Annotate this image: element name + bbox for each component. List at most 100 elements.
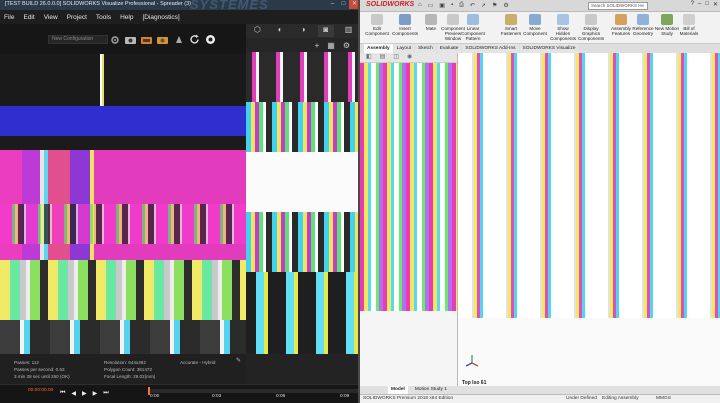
minimize-icon[interactable]: –: [698, 1, 701, 8]
home-icon[interactable]: ⌂: [418, 2, 422, 9]
save-icon[interactable]: ▪: [451, 2, 453, 9]
step-forward-icon[interactable]: ▶: [93, 390, 98, 397]
config-tab-icon[interactable]: ◫: [393, 53, 399, 62]
ribbon-label: Linear Component Pattern: [461, 26, 485, 41]
model-view[interactable]: [458, 53, 720, 318]
unit-system[interactable]: MMGS: [656, 396, 671, 401]
minimize-icon[interactable]: –: [327, 0, 338, 9]
tab-layout[interactable]: Layout: [393, 44, 415, 53]
grid-view-icon[interactable]: ▦: [327, 41, 335, 50]
render-viewport[interactable]: [0, 54, 246, 354]
step-back-icon[interactable]: ◀: [71, 390, 76, 397]
display-tab-icon[interactable]: ◉: [407, 53, 412, 62]
tab-addins[interactable]: SOLIDWORKS Add-Ins: [462, 44, 519, 53]
graphics-area[interactable]: Top Iso 61: [458, 53, 720, 386]
skip-start-icon[interactable]: ⏮: [60, 390, 65, 397]
palette-content[interactable]: [246, 52, 360, 354]
tab-motion-study[interactable]: Motion Study 1: [412, 386, 450, 394]
help-search-input[interactable]: Search SOLIDWORKS He: [588, 2, 648, 10]
ribbon-label: Display Graphics Components: [578, 26, 605, 41]
tab-sketch[interactable]: Sketch: [415, 44, 436, 53]
ribbon-label: Insert Components: [392, 26, 419, 36]
close-icon[interactable]: ✕: [713, 1, 718, 8]
ribbon-button-display-graphics[interactable]: Display Graphics Components: [578, 14, 604, 41]
ribbon-button-reference-geometry[interactable]: Reference Geometry: [630, 14, 656, 36]
property-tab-icon[interactable]: ▤: [380, 53, 386, 62]
insert-components-icon: [399, 14, 411, 25]
gear-icon[interactable]: [108, 33, 121, 46]
ribbon-label: Show Hidden Components: [550, 26, 577, 41]
menu-project[interactable]: Project: [67, 14, 87, 21]
scenes-tab-icon[interactable]: ◑: [295, 25, 311, 37]
reference-geometry-icon: [637, 14, 649, 25]
tab-evaluate[interactable]: Evaluate: [436, 44, 462, 53]
libraries-tab-icon[interactable]: ▥: [341, 25, 357, 37]
print-icon[interactable]: ⎙: [459, 2, 464, 9]
ribbon-button-show-hidden[interactable]: Show Hidden Components: [550, 14, 576, 41]
menu-diagnostics[interactable]: [Diagnostics]: [142, 14, 179, 21]
menu-help[interactable]: Help: [120, 14, 133, 21]
add-icon[interactable]: +: [315, 41, 320, 50]
palette-tabs: ⬡ ◐ ◑ ◙ ▥: [246, 24, 360, 38]
maximize-icon[interactable]: □: [705, 1, 709, 8]
feature-manager[interactable]: ◧ ▤ ◫ ◉: [360, 53, 458, 386]
ribbon-label: Edit Component: [365, 26, 389, 36]
help-icon[interactable]: ?: [691, 1, 694, 8]
refresh-icon[interactable]: [188, 33, 201, 46]
lighting-icon[interactable]: [172, 33, 185, 46]
ribbon-label: Bill of Materials: [679, 26, 699, 36]
models-tab-icon[interactable]: ⬡: [249, 25, 265, 37]
appearances-tab-icon[interactable]: ◐: [272, 25, 288, 37]
viewport-band: [0, 320, 246, 354]
ribbon-button-edit-component[interactable]: Edit Component: [364, 14, 390, 36]
command-manager: Edit Component Insert Components Mate Compo…: [360, 12, 720, 44]
motion-study-icon: [661, 14, 673, 25]
cameras-tab-icon[interactable]: ◙: [317, 25, 334, 37]
resolution-text: Resolution: 644x362: [104, 360, 146, 365]
options-icon[interactable]: ⚙: [503, 2, 508, 9]
assembly-features-icon: [615, 14, 627, 25]
visualize-menubar: File Edit View Project Tools Help [Diagn…: [0, 10, 360, 24]
maximize-icon[interactable]: □: [338, 0, 349, 9]
time-remaining-text: 3 min 38 sec until 250 (OK): [14, 374, 70, 379]
menu-view[interactable]: View: [44, 14, 58, 21]
visualize-titlebar: [TEST BUILD 26.0.0.0] SOLIDWORKS Visuali…: [0, 0, 360, 12]
component-preview-icon: [447, 14, 459, 25]
render-camera-icon[interactable]: [124, 33, 137, 46]
open-folder-icon[interactable]: ▣: [439, 2, 445, 9]
select-icon[interactable]: ➚: [481, 2, 486, 9]
preview-render-icon[interactable]: [156, 33, 169, 46]
fast-render-icon[interactable]: [140, 33, 153, 46]
ribbon-button-bill-of-materials[interactable]: Bill of Materials: [676, 14, 702, 36]
ribbon-button-smart-fasteners[interactable]: Smart Fasteners: [498, 14, 524, 36]
menu-tools[interactable]: Tools: [96, 14, 111, 21]
ribbon-button-move-component[interactable]: Move Component: [522, 14, 548, 36]
skip-end-icon[interactable]: ⏭: [103, 390, 108, 397]
camera-shutter-icon[interactable]: [204, 33, 217, 46]
viewport-band: [0, 136, 246, 150]
new-file-icon[interactable]: ▭: [428, 2, 434, 9]
undo-icon[interactable]: ↶: [470, 2, 475, 9]
pin-icon[interactable]: ✎: [236, 357, 241, 364]
move-component-icon: [529, 14, 541, 25]
smart-fasteners-icon: [505, 14, 517, 25]
timeline-track[interactable]: [148, 389, 358, 393]
definition-state: Under Defined: [566, 396, 597, 401]
tab-assembly[interactable]: Assembly: [364, 44, 393, 53]
menu-edit[interactable]: Edit: [23, 14, 34, 21]
focal-length-text: Focal Length: 29.02(mm): [104, 374, 156, 379]
rebuild-icon[interactable]: ⚑: [492, 2, 497, 9]
feature-tree-tab-icon[interactable]: ◧: [366, 53, 372, 62]
ribbon-button-linear-pattern[interactable]: Linear Component Pattern: [460, 14, 486, 41]
tab-model[interactable]: Model: [388, 386, 408, 394]
animation-timeline: 00:00:00.00 ⏮ ◀ ▶ ▶ ⏭ 0:00 0:03 0:06 0:0…: [0, 384, 360, 403]
menu-file[interactable]: File: [4, 14, 14, 21]
linear-pattern-icon: [467, 14, 479, 25]
window-controls: – □ ✕: [327, 0, 360, 10]
settings-icon[interactable]: ⚙: [343, 41, 350, 50]
feature-tree[interactable]: [360, 63, 457, 311]
ribbon-button-insert-components[interactable]: Insert Components: [392, 14, 418, 36]
configuration-dropdown[interactable]: New Configuration: [48, 35, 108, 44]
play-icon[interactable]: ▶: [82, 390, 87, 397]
tab-visualize[interactable]: SOLIDWORKS Visualize: [519, 44, 579, 53]
